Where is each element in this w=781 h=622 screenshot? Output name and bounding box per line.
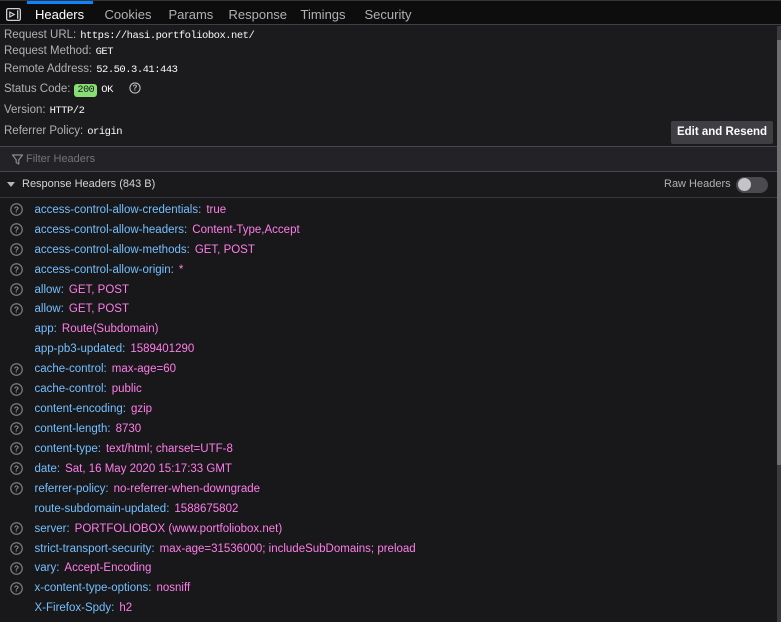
svg-text:?: ? [14,523,19,533]
svg-text:?: ? [14,225,19,235]
svg-text:?: ? [14,404,19,414]
svg-text:?: ? [14,364,19,374]
svg-text:?: ? [14,245,19,255]
svg-text:?: ? [14,384,19,394]
svg-text:?: ? [14,304,19,314]
svg-text:?: ? [14,205,19,215]
svg-text:?: ? [14,284,19,294]
svg-text:?: ? [14,424,19,434]
svg-text:?: ? [14,543,19,553]
svg-text:?: ? [14,464,19,474]
svg-text:?: ? [14,484,19,494]
svg-text:?: ? [14,563,19,573]
svg-text:?: ? [14,265,19,275]
svg-text:?: ? [133,84,138,93]
svg-text:?: ? [14,583,19,593]
svg-text:?: ? [14,444,19,454]
